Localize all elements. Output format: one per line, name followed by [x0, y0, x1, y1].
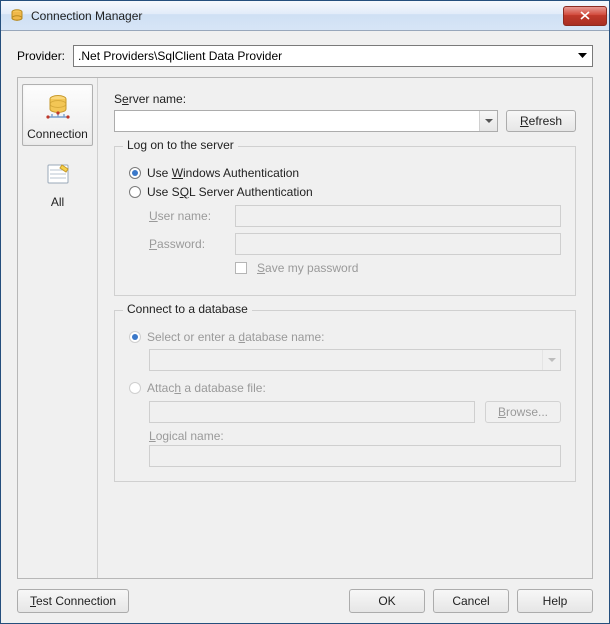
- password-label: Password:: [149, 237, 225, 251]
- window: Connection Manager Provider: .Net Provid…: [0, 0, 610, 624]
- client-area: Provider: .Net Providers\SqlClient Data …: [1, 31, 609, 623]
- window-title: Connection Manager: [31, 9, 563, 23]
- sidebar: Connection All: [18, 78, 98, 578]
- database-name-combo: [149, 349, 561, 371]
- footer: Test Connection OK Cancel Help: [11, 579, 599, 615]
- refresh-button[interactable]: Refresh: [506, 110, 576, 132]
- windows-auth-label: Use Windows Authentication: [147, 166, 299, 180]
- select-db-radio: [129, 331, 141, 343]
- logical-name-label: Logical name:: [149, 429, 561, 443]
- password-input: [235, 233, 561, 255]
- sql-auth-radio[interactable]: [129, 186, 141, 198]
- provider-row: Provider: .Net Providers\SqlClient Data …: [11, 41, 599, 77]
- chevron-down-icon: [574, 48, 590, 64]
- attach-db-radio: [129, 382, 141, 394]
- logical-name-input: [149, 445, 561, 467]
- help-button[interactable]: Help: [517, 589, 593, 613]
- browse-button: Browse...: [485, 401, 561, 423]
- username-input: [235, 205, 561, 227]
- sidebar-item-label: Connection: [27, 127, 88, 141]
- attach-file-input: [149, 401, 475, 423]
- server-name-label: Server name:: [114, 92, 576, 106]
- database-legend: Connect to a database: [123, 302, 252, 316]
- save-password-label: Save my password: [257, 261, 358, 275]
- sidebar-item-label: All: [51, 195, 64, 209]
- chevron-down-icon: [542, 350, 560, 370]
- ok-button[interactable]: OK: [349, 589, 425, 613]
- content: Server name: Refresh Log on to the serve…: [98, 78, 592, 578]
- select-db-label: Select or enter a database name:: [147, 330, 324, 344]
- chevron-down-icon: [479, 111, 497, 131]
- properties-icon: [42, 159, 74, 191]
- username-label: User name:: [149, 209, 225, 223]
- sidebar-item-all[interactable]: All: [22, 152, 93, 214]
- logon-group: Log on to the server Use Windows Authent…: [114, 146, 576, 296]
- provider-value: .Net Providers\SqlClient Data Provider: [78, 49, 282, 63]
- app-icon: [9, 8, 25, 24]
- attach-db-label: Attach a database file:: [147, 381, 266, 395]
- provider-combo[interactable]: .Net Providers\SqlClient Data Provider: [73, 45, 593, 67]
- database-icon: [42, 91, 74, 123]
- provider-label: Provider:: [17, 49, 65, 63]
- save-password-checkbox: [235, 262, 247, 274]
- sidebar-item-connection[interactable]: Connection: [22, 84, 93, 146]
- close-button[interactable]: [563, 6, 607, 26]
- windows-auth-radio[interactable]: [129, 167, 141, 179]
- sql-auth-label: Use SQL Server Authentication: [147, 185, 313, 199]
- server-name-combo[interactable]: [114, 110, 498, 132]
- main-panel: Connection All Se: [17, 77, 593, 579]
- cancel-button[interactable]: Cancel: [433, 589, 509, 613]
- logon-legend: Log on to the server: [123, 138, 238, 152]
- test-connection-button[interactable]: Test Connection: [17, 589, 129, 613]
- titlebar: Connection Manager: [1, 1, 609, 31]
- database-group: Connect to a database Select or enter a …: [114, 310, 576, 482]
